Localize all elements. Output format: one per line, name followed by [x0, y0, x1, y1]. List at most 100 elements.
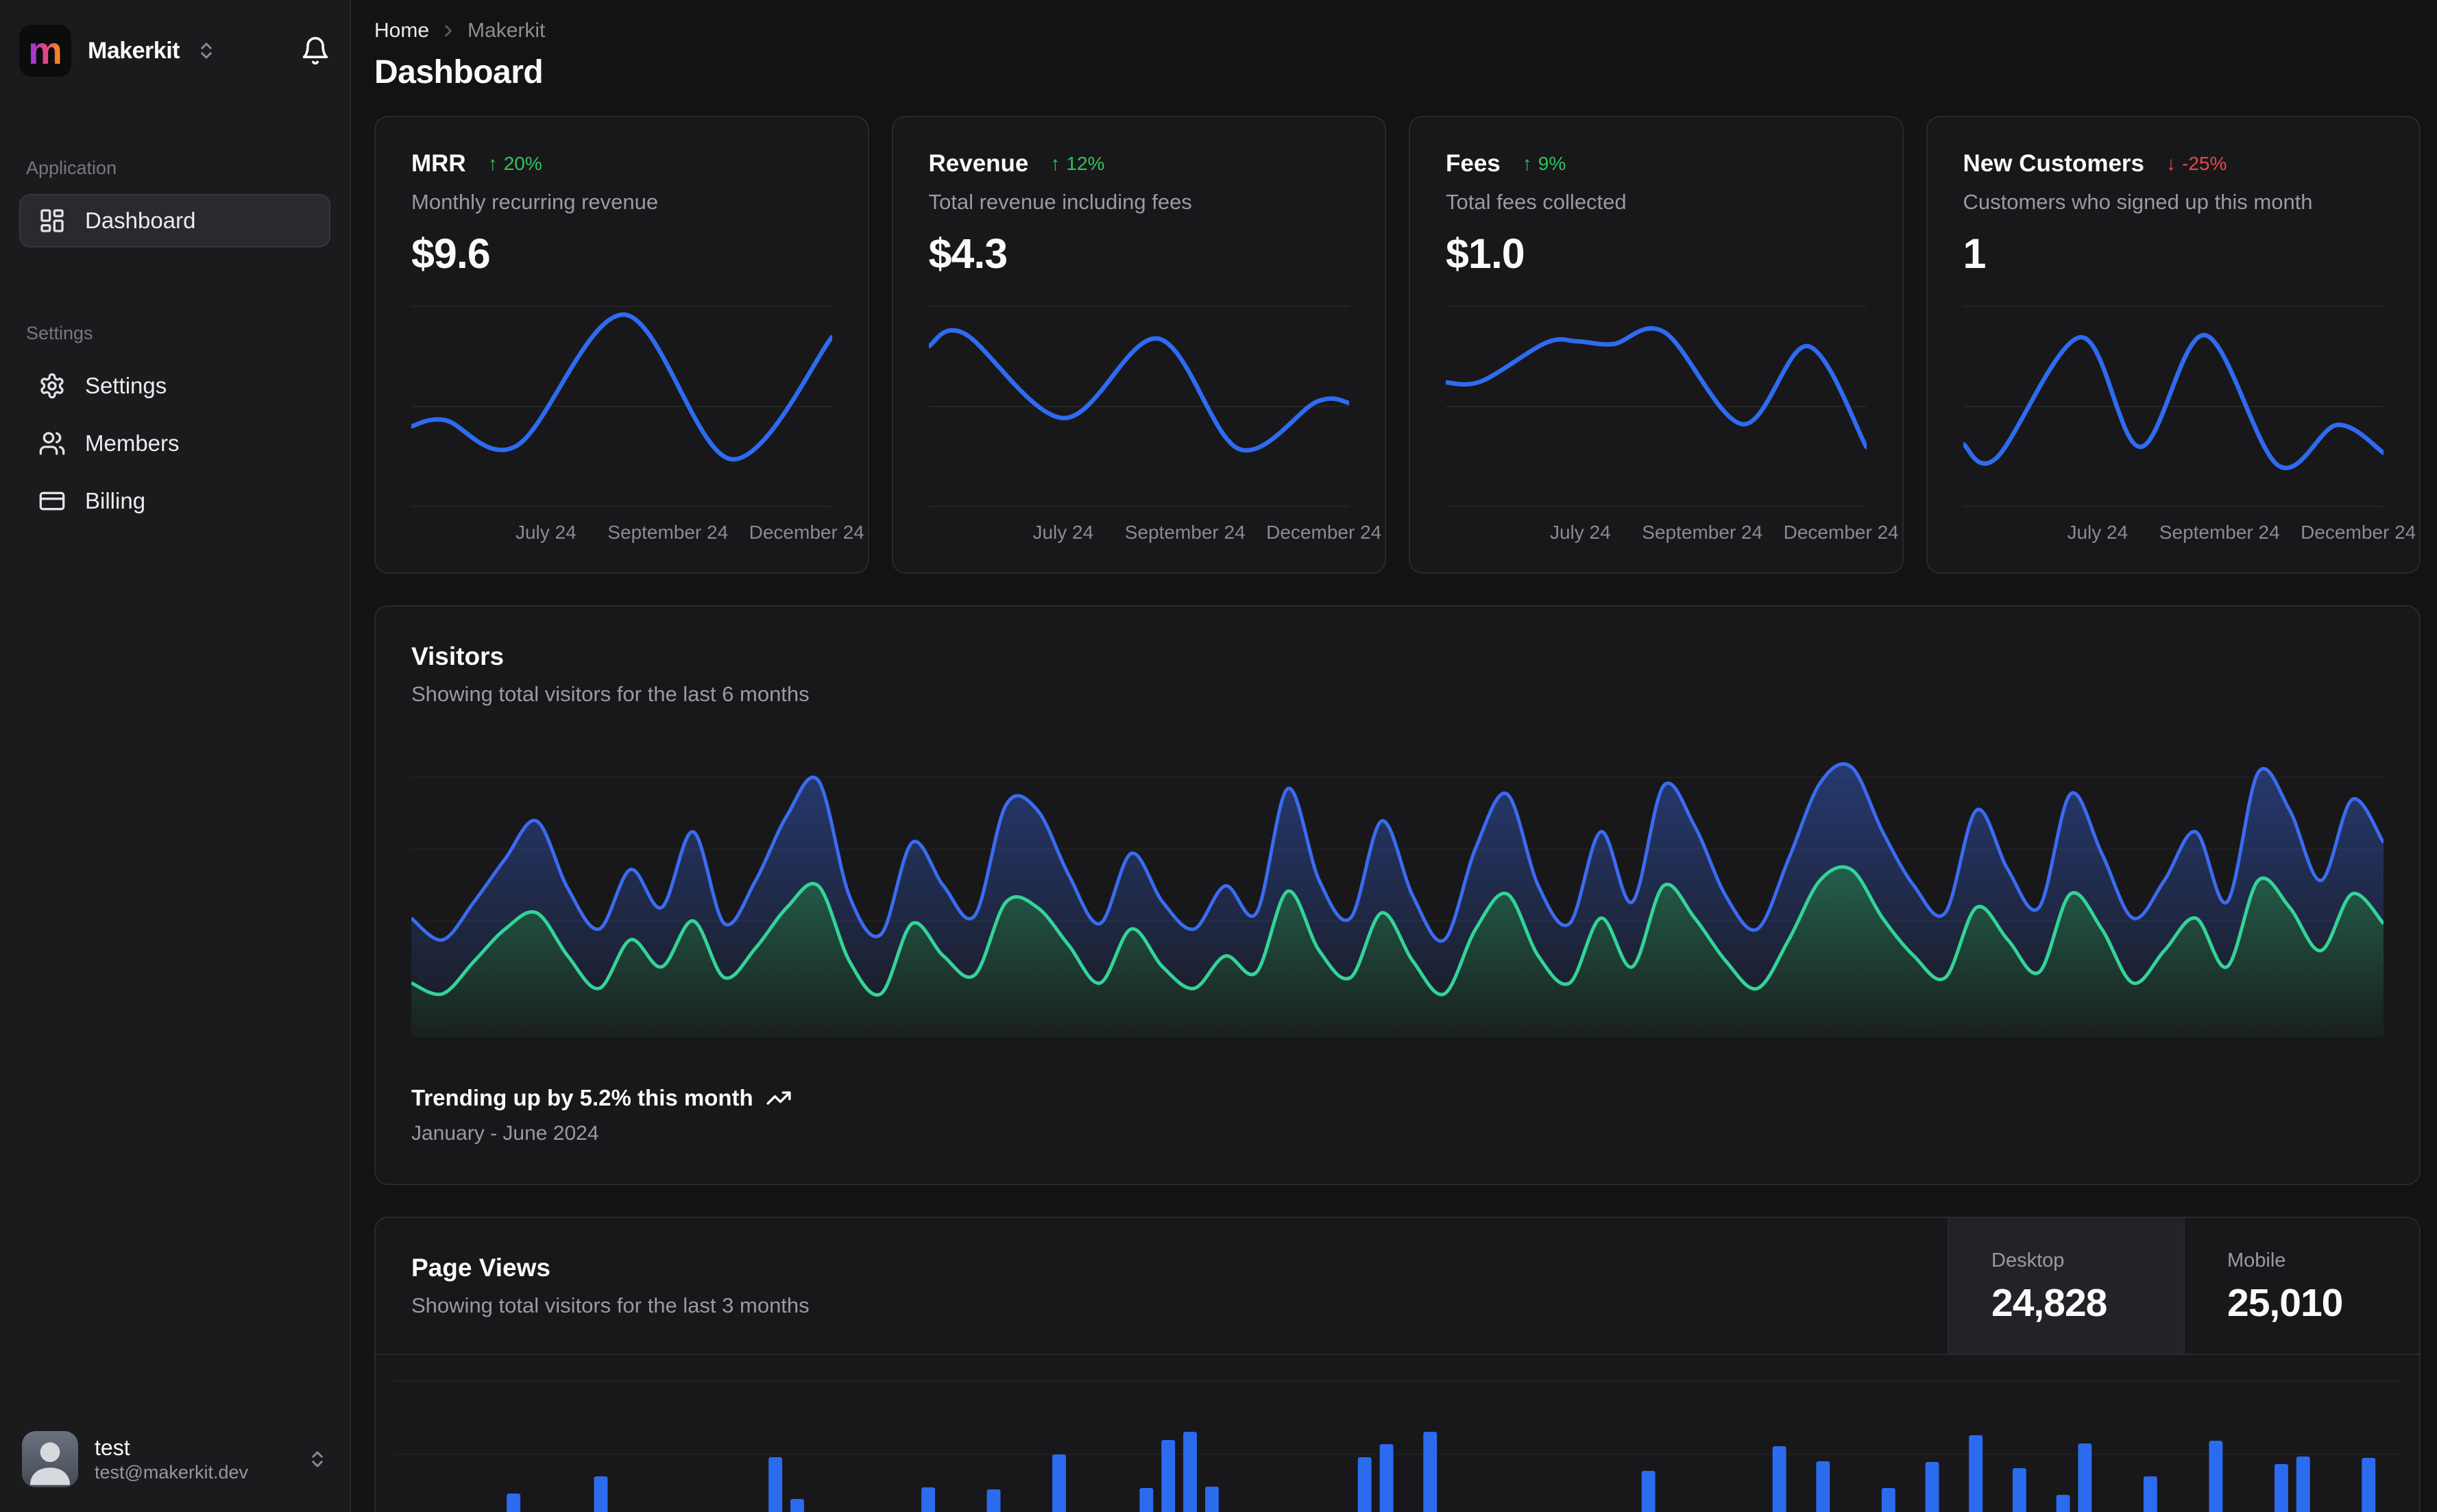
x-tick: December 24 [1266, 522, 1382, 543]
desktop-label: Desktop [1991, 1249, 2065, 1271]
page-views-header: Page Views Showing total visitors for th… [376, 1218, 2419, 1355]
section-label-application: Application [26, 158, 117, 178]
nav-label-dashboard: Dashboard [85, 208, 196, 233]
logo-letter: m [28, 29, 62, 72]
notifications-button[interactable] [300, 36, 330, 66]
sidebar-item-members[interactable]: Members [19, 417, 330, 470]
sparkline-x-axis: July 24 September 24 December 24 [1446, 522, 1899, 548]
sidebar-item-settings[interactable]: Settings [19, 359, 330, 413]
chevron-right-icon [445, 25, 452, 37]
x-tick: July 24 [2067, 522, 2129, 543]
sidebar: m Makerkit Application Dashboard Setting… [0, 0, 351, 1512]
nav-label-settings: Settings [85, 373, 167, 398]
gear-icon [40, 373, 64, 399]
x-tick: December 24 [1783, 522, 1899, 543]
user-email: test@makerkit.dev [95, 1462, 248, 1483]
sidebar-item-billing[interactable]: Billing [19, 474, 330, 528]
x-tick: July 24 [1549, 522, 1611, 543]
visitors-card: Visitors Showing total visitors for the … [374, 605, 2421, 1185]
sparkline-x-axis: July 24 September 24 December 24 [411, 522, 864, 548]
page-views-subtitle: Showing total visitors for the last 3 mo… [411, 1293, 810, 1317]
trend-badge: ↑ 20% [488, 153, 542, 175]
mobile-label: Mobile [2227, 1249, 2286, 1271]
trend-value: -25% [2182, 153, 2227, 174]
visitors-chart-svg [411, 762, 2384, 1037]
workspace-selector[interactable]: m Makerkit [19, 25, 217, 77]
revenue-sparkline-chart [928, 306, 1349, 507]
workspace-name: Makerkit [88, 37, 180, 64]
user-name: test [95, 1435, 130, 1461]
toggle-mobile[interactable]: Mobile 25,010 [2183, 1218, 2419, 1354]
stat-description: Monthly recurring revenue [411, 190, 659, 214]
stat-title: New Customers [1963, 150, 2145, 177]
sparkline-x-axis: July 24 September 24 December 24 [1963, 522, 2416, 548]
x-tick: July 24 [1032, 522, 1094, 543]
trending-text: Trending up by 5.2% this month [411, 1085, 753, 1110]
breadcrumb-current: Makerkit [468, 19, 546, 42]
toggle-desktop[interactable]: Desktop 24,828 [1948, 1218, 2183, 1354]
x-tick: September 24 [607, 522, 729, 543]
page-views-title: Page Views [411, 1254, 550, 1282]
trend-badge: ↑ 9% [1523, 153, 1566, 175]
stat-description: Customers who signed up this month [1963, 190, 2313, 214]
stat-chart: July 24 September 24 December 24 [1446, 304, 1899, 548]
stat-value: $4.3 [928, 230, 1008, 277]
stat-chart: July 24 September 24 December 24 [411, 304, 864, 548]
x-tick: September 24 [1642, 522, 1763, 543]
user-avatar [22, 1431, 78, 1487]
x-tick: September 24 [1124, 522, 1246, 543]
trend-up-arrow: ↑ [1522, 153, 1532, 174]
trend-badge: ↑ 12% [1050, 153, 1104, 175]
stat-card-new-customers: New Customers ↓ -25% Customers who signed… [1926, 116, 2421, 574]
breadcrumb: Home Makerkit [374, 19, 2421, 42]
trend-value: 12% [1066, 153, 1105, 174]
page-views-bars-svg [393, 1380, 2401, 1512]
stats-grid: MRR ↑ 20% Monthly recurring revenue $9.6 … [374, 116, 2421, 574]
stat-description: Total revenue including fees [928, 190, 1192, 214]
stat-value: 1 [1963, 230, 1987, 277]
stat-card-fees: Fees ↑ 9% Total fees collected $1.0 July … [1409, 116, 1904, 574]
users-icon [39, 432, 65, 455]
stat-chart: July 24 September 24 December 24 [1963, 304, 2416, 548]
desktop-value: 24,828 [1991, 1281, 2107, 1325]
sidebar-item-dashboard[interactable]: Dashboard [19, 194, 330, 247]
credit-card-icon [39, 491, 65, 511]
visitors-title: Visitors [411, 642, 505, 670]
breadcrumb-home[interactable]: Home [374, 19, 429, 42]
page-views-bar-chart [376, 1355, 2419, 1512]
page-title: Dashboard [374, 54, 544, 90]
section-label-settings: Settings [26, 323, 93, 343]
trend-value: 9% [1538, 153, 1566, 174]
makerkit-logo: m [19, 25, 71, 77]
mobile-value: 25,010 [2227, 1281, 2343, 1325]
page-views-titles: Page Views Showing total visitors for th… [376, 1218, 1948, 1354]
fees-sparkline-chart [1446, 306, 1867, 507]
stat-chart: July 24 September 24 December 24 [928, 304, 1381, 548]
stat-value: $9.6 [411, 230, 491, 277]
x-tick: December 24 [749, 522, 864, 543]
sidebar-nav-application: Dashboard [19, 194, 330, 252]
user-menu[interactable]: test test@makerkit.dev [19, 1426, 330, 1493]
stat-title: Fees [1446, 150, 1501, 177]
trend-up-arrow: ↑ [487, 153, 498, 174]
sparkline-x-axis: July 24 September 24 December 24 [929, 522, 1381, 548]
chevrons-up-down-icon [201, 42, 212, 59]
trend-down-arrow: ↓ [2166, 153, 2177, 174]
chevrons-up-down-icon [312, 1451, 323, 1467]
bell-icon [302, 36, 328, 65]
page-views-card: Page Views Showing total visitors for th… [374, 1217, 2421, 1512]
nav-label-members: Members [85, 430, 180, 456]
nav-label-billing: Billing [85, 488, 146, 513]
stat-card-mrr: MRR ↑ 20% Monthly recurring revenue $9.6 … [374, 116, 869, 574]
user-meta: test test@makerkit.dev [95, 1434, 248, 1485]
visitors-footer: Trending up by 5.2% this month January -… [411, 1085, 2384, 1145]
trending-up-icon [766, 1091, 791, 1105]
layout-dashboard-icon [40, 209, 64, 232]
trend-up-arrow: ↑ [1050, 153, 1060, 174]
trend-badge: ↓ -25% [2166, 153, 2227, 175]
trend-value: 20% [503, 153, 542, 174]
visitors-subtitle: Showing total visitors for the last 6 mo… [411, 682, 810, 706]
sidebar-nav-settings: Settings Members Billing [19, 359, 330, 532]
main-content: Home Makerkit Dashboard MRR ↑ 20% Monthly… [351, 0, 2437, 1512]
stat-title: Revenue [928, 150, 1029, 177]
